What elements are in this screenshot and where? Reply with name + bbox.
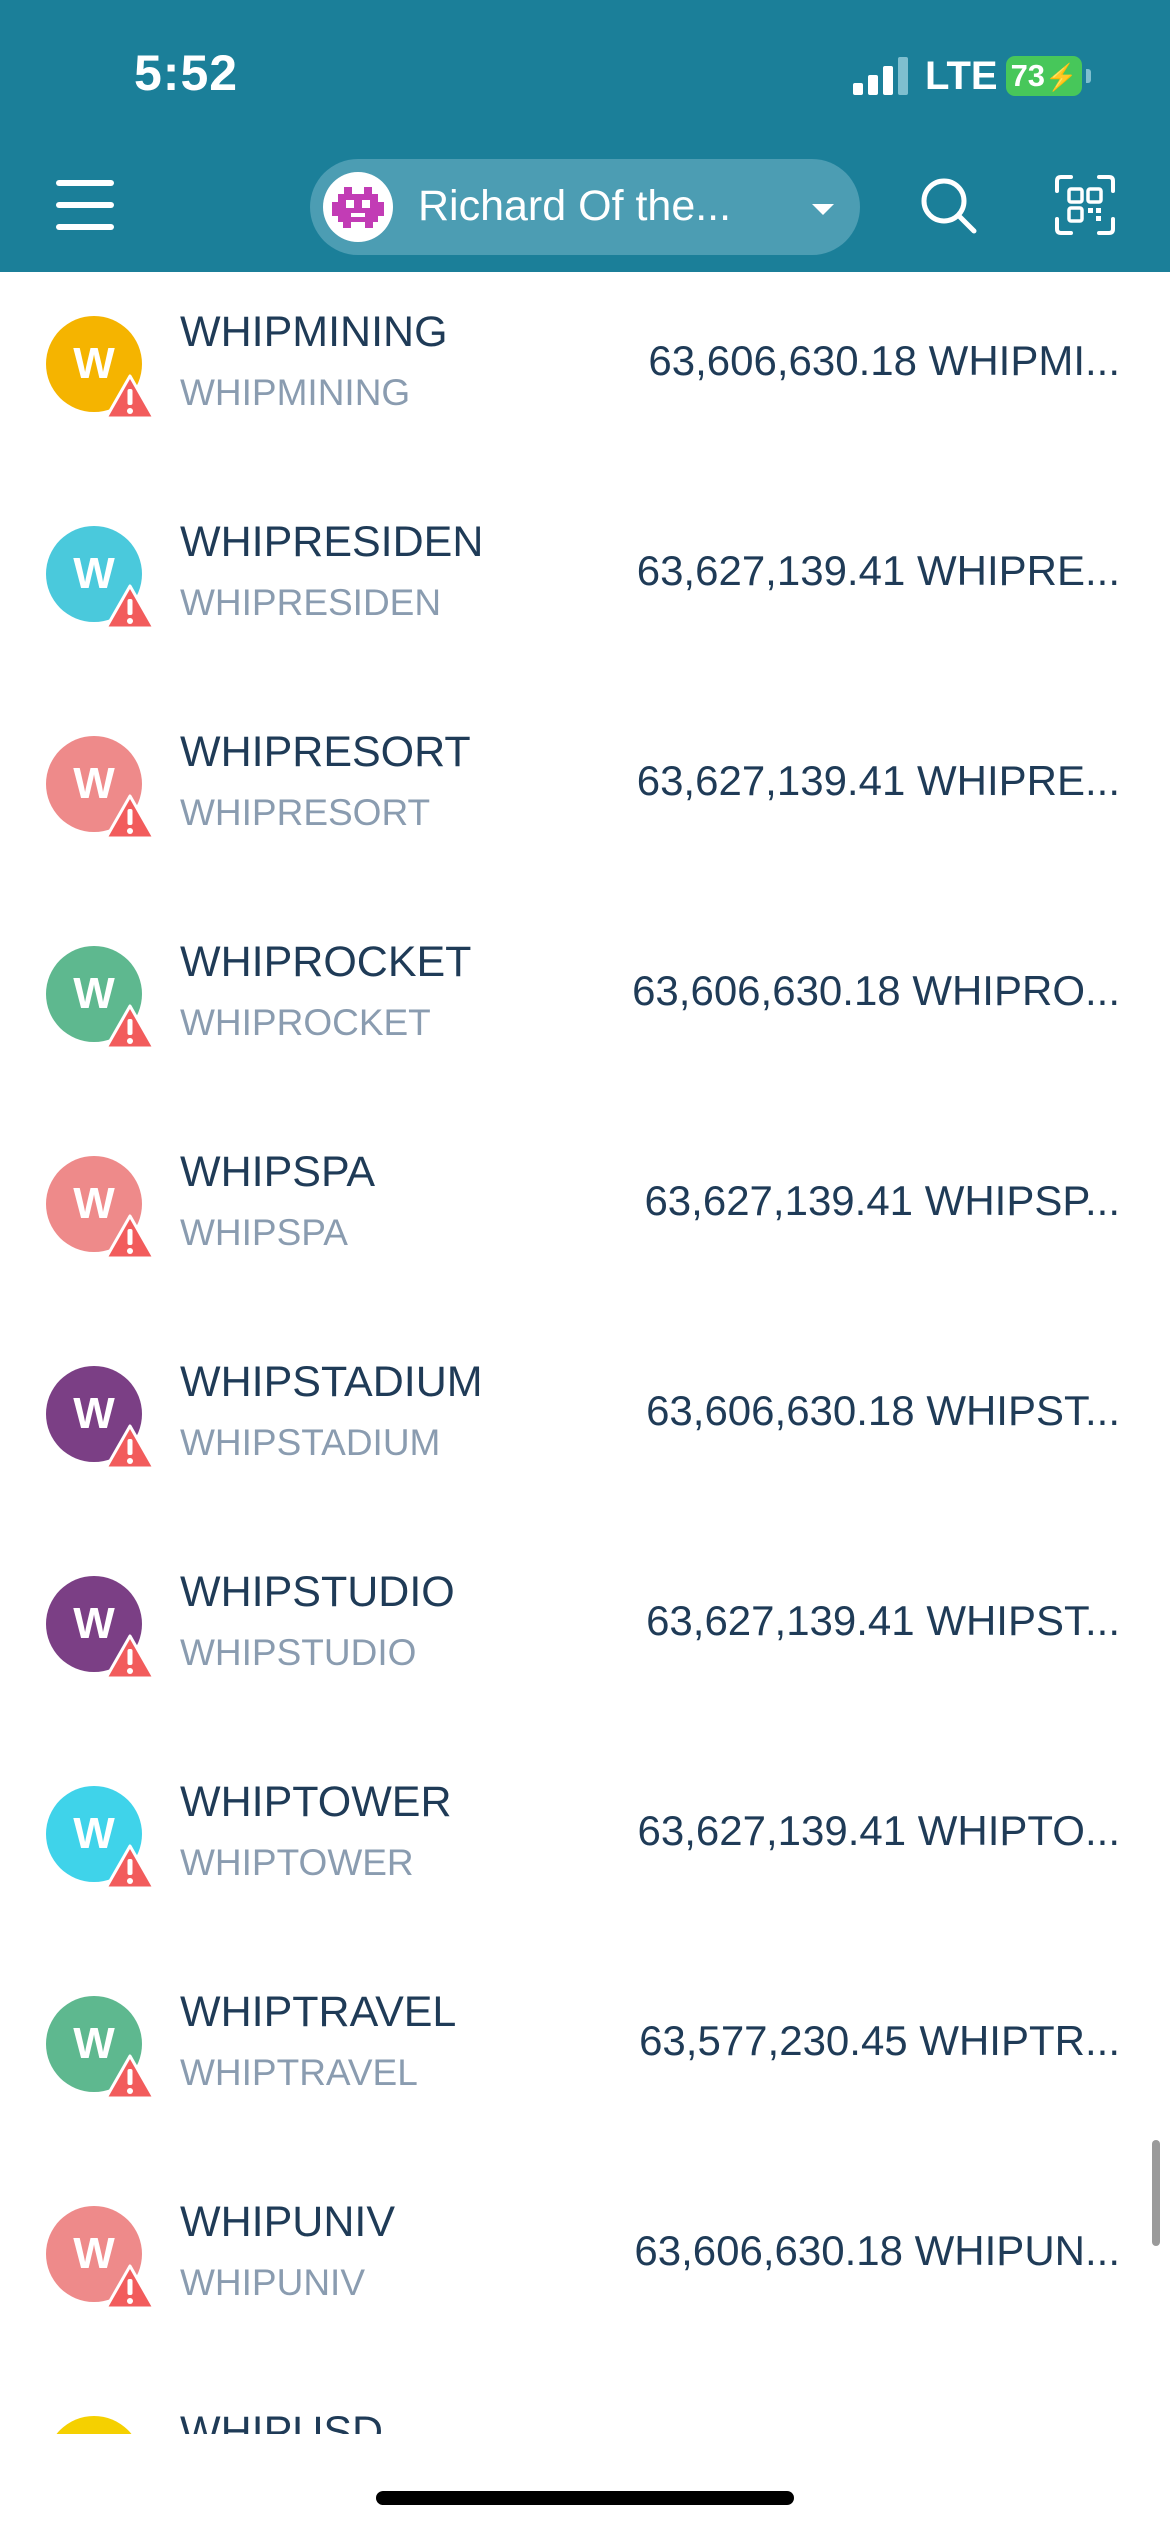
account-selector[interactable]: Richard Of the...: [310, 159, 860, 255]
token-balance: 63,577,230.45 WHIPTR...: [639, 2017, 1120, 2064]
token-name: WHIPSTUDIO: [180, 1568, 455, 1616]
account-name: Richard Of the...: [418, 182, 732, 230]
token-row[interactable]: W WHIPTOWER WHIPTOWER 63,627,139.41 WHIPTO.…: [0, 1742, 1170, 1952]
token-balance: 63,606,630.18 WHIPST...: [646, 1387, 1120, 1434]
warning-icon: [104, 584, 156, 630]
warning-icon: [104, 374, 156, 420]
token-name: WHIPRESORT: [180, 728, 471, 776]
warning-icon: [104, 1424, 156, 1470]
battery-tip: [1086, 69, 1091, 83]
home-indicator[interactable]: [376, 2491, 794, 2505]
token-name: WHIPUSD: [180, 2408, 384, 2434]
token-name: WHIPSTADIUM: [180, 1358, 483, 1406]
warning-icon: [104, 1004, 156, 1050]
token-list[interactable]: W WHIPMINING WHIPMINING 63,606,630.18 WHIPM…: [0, 272, 1170, 2434]
token-row[interactable]: W WHIPTRAVEL WHIPTRAVEL 63,577,230.45 WHIPT…: [0, 1952, 1170, 2162]
bottom-area: [0, 2434, 1170, 2532]
token-symbol: WHIPTOWER: [180, 1842, 414, 1883]
token-icon: W: [46, 2416, 142, 2434]
token-row[interactable]: W WHIPMINING WHIPMINING 63,606,630.18 WHIPM…: [0, 272, 1170, 482]
token-balance: 63,627,139.41 WHIPTO...: [637, 1807, 1121, 1854]
token-symbol: WHIPROCKET: [180, 1002, 431, 1043]
warning-icon: [104, 1214, 156, 1260]
token-name: WHIPTOWER: [180, 1778, 452, 1826]
menu-icon[interactable]: [56, 180, 114, 230]
token-row[interactable]: W WHIPSTUDIO WHIPSTUDIO 63,627,139.41 WHIPS…: [0, 1532, 1170, 1742]
chevron-down-icon: [812, 204, 834, 215]
token-row[interactable]: W WHIPROCKET WHIPROCKET 63,606,630.18 WHIPR…: [0, 902, 1170, 1112]
robot-avatar-icon: [332, 187, 384, 228]
warning-icon: [104, 2264, 156, 2310]
token-symbol: WHIPSPA: [180, 1212, 348, 1253]
token-balance: 63,606,630.18 WHIPMI...: [648, 337, 1120, 384]
token-row[interactable]: W WHIPSPA WHIPSPA 63,627,139.41 WHIPSP...: [0, 1112, 1170, 1322]
warning-icon: [104, 2054, 156, 2100]
warning-icon: [104, 1844, 156, 1890]
token-balance: 63,627,139.41 WHIPRE...: [636, 757, 1120, 804]
token-name: WHIPUNIV: [180, 2198, 395, 2246]
token-symbol: WHIPRESIDEN: [180, 582, 442, 623]
token-row[interactable]: W WHIPRESIDEN WHIPRESIDEN 63,627,139.41 WHI…: [0, 482, 1170, 692]
token-row[interactable]: W WHIPSTADIUM WHIPSTADIUM 63,606,630.18 WHI…: [0, 1322, 1170, 1532]
token-name: WHIPROCKET: [180, 938, 472, 986]
token-row[interactable]: W WHIPUSD: [0, 2372, 1170, 2434]
qr-scan-icon[interactable]: [1055, 175, 1115, 235]
status-time: 5:52: [134, 45, 239, 101]
token-symbol: WHIPSTADIUM: [180, 1422, 441, 1463]
token-symbol: WHIPSTUDIO: [180, 1632, 417, 1673]
token-symbol: WHIPTRAVEL: [180, 2052, 418, 2093]
token-symbol: WHIPUNIV: [180, 2262, 365, 2303]
battery-level: 73: [1010, 58, 1046, 93]
token-balance: 63,606,630.18 WHIPUN...: [634, 2227, 1120, 2274]
token-balance: 63,627,139.41 WHIPST...: [646, 1597, 1120, 1644]
token-name: WHIPSPA: [180, 1148, 376, 1196]
token-name: WHIPMINING: [180, 308, 448, 356]
search-icon[interactable]: [918, 175, 978, 235]
token-balance: 63,627,139.41 WHIPRE...: [636, 547, 1120, 594]
token-row[interactable]: W WHIPRESORT WHIPRESORT 63,627,139.41 WHIPR…: [0, 692, 1170, 902]
warning-icon: [104, 1634, 156, 1680]
avatar: [323, 172, 393, 242]
scrollbar[interactable]: [1152, 2140, 1160, 2246]
token-balance: 63,627,139.41 WHIPSP...: [644, 1177, 1120, 1224]
battery-icon: 73⚡: [1006, 56, 1082, 96]
token-symbol: WHIPRESORT: [180, 792, 431, 833]
network-type: LTE: [925, 54, 998, 98]
token-symbol: WHIPMINING: [180, 372, 411, 413]
warning-icon: [104, 794, 156, 840]
app-header: 5:52 LTE 73⚡ Richard Of the...: [0, 0, 1170, 272]
token-row[interactable]: W WHIPUNIV WHIPUNIV 63,606,630.18 WHIPUN...: [0, 2162, 1170, 2372]
token-name: WHIPRESIDEN: [180, 518, 484, 566]
token-balance: 63,606,630.18 WHIPRO...: [632, 967, 1120, 1014]
signal-icon: [853, 57, 908, 95]
token-name: WHIPTRAVEL: [180, 1988, 457, 2036]
